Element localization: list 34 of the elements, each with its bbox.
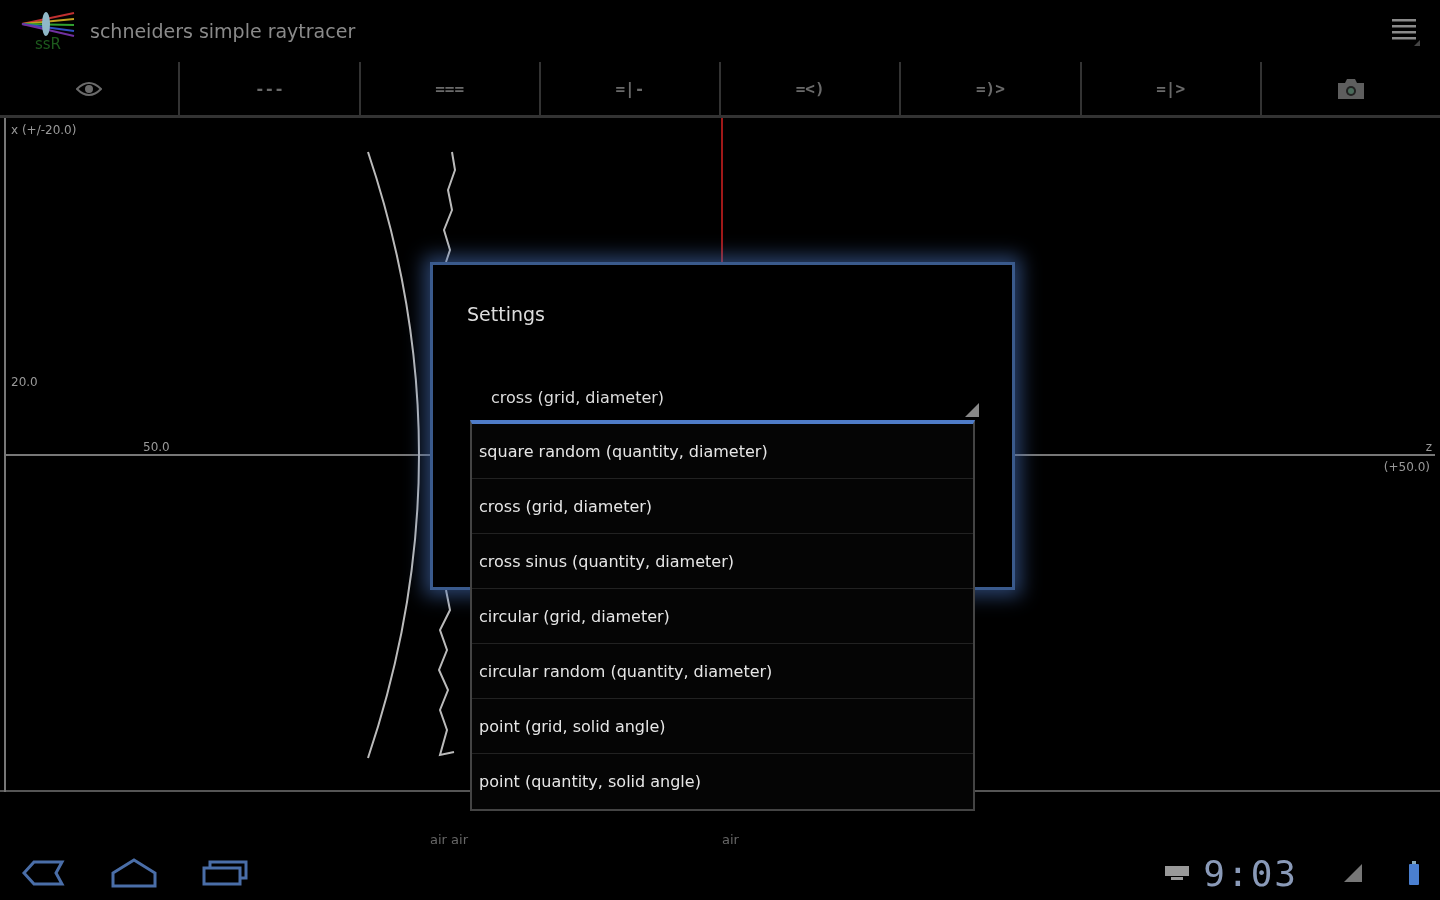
toolbar-button[interactable]: =)> [901,62,1082,115]
dialog-title: Settings [467,303,545,325]
toolbar-button[interactable]: === [360,62,541,115]
toolbar-button[interactable]: =<) [721,62,902,115]
dropdown-option[interactable]: point (grid, solid angle) [472,699,973,754]
eye-icon[interactable] [76,79,103,98]
tick-label: 20.0 [11,375,38,389]
axis-label: (+50.0) [1383,460,1430,474]
battery-icon [1408,861,1420,885]
clock-time: 9:03 [1203,852,1298,894]
menu-icon[interactable] [1390,16,1420,46]
back-icon[interactable] [20,859,66,887]
home-icon[interactable] [110,858,158,888]
axis-label: z [1425,440,1432,454]
dropdown-option[interactable]: cross sinus (quantity, diameter) [472,534,973,589]
axis-label: x (+/-20.0) [11,123,77,137]
keyboard-icon [1165,866,1190,880]
dropdown-option[interactable]: square random (quantity, diameter) [472,424,973,479]
toolbar-button[interactable]: --- [180,62,361,115]
dropdown-option[interactable]: point (quantity, solid angle) [472,754,973,809]
medium-label: air [722,832,739,847]
recent-apps-icon[interactable] [202,860,248,886]
medium-label: air air [430,832,468,847]
logo-text: ssR [34,37,62,51]
dropdown-option[interactable]: cross (grid, diameter) [472,479,973,534]
dropdown-option[interactable]: circular random (quantity, diameter) [472,644,973,699]
app-title: schneiders simple raytracer [90,20,357,42]
tick-label: 50.0 [143,440,170,454]
toolbar-button[interactable]: =|- [540,62,721,115]
signal-icon [1342,862,1364,884]
lens-rays-icon [20,11,76,37]
camera-icon[interactable] [1336,77,1365,100]
dropdown-option[interactable]: circular (grid, diameter) [472,589,973,644]
toolbar-button[interactable]: =|> [1081,62,1262,115]
